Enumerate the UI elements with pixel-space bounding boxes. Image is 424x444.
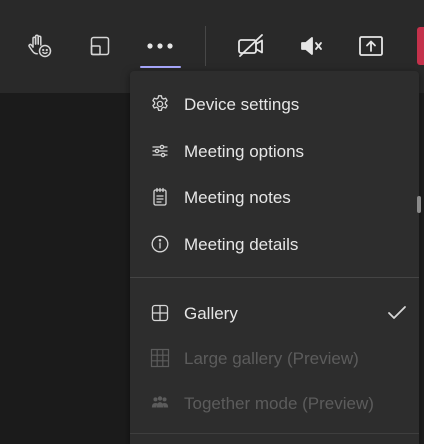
toolbar-divider bbox=[205, 26, 206, 66]
menu-item-device-settings[interactable]: Device settings bbox=[130, 84, 419, 124]
menu-item-label: Large gallery (Preview) bbox=[184, 349, 359, 368]
menu-item-label: Together mode (Preview) bbox=[184, 394, 374, 413]
together-mode-icon bbox=[150, 393, 170, 413]
scrollbar-thumb[interactable] bbox=[417, 196, 421, 213]
menu-item-gallery[interactable]: Gallery bbox=[130, 293, 419, 333]
menu-item-label: Meeting details bbox=[184, 235, 299, 254]
menu-divider bbox=[130, 277, 419, 278]
menu-item-large-gallery: Large gallery (Preview) bbox=[130, 338, 419, 378]
gear-icon bbox=[150, 94, 170, 114]
speaker-toggle-button[interactable] bbox=[292, 26, 332, 66]
checkmark-icon bbox=[386, 303, 408, 323]
more-actions-button[interactable] bbox=[140, 26, 180, 66]
raise-hand-icon bbox=[28, 34, 52, 58]
camera-off-icon bbox=[238, 34, 263, 57]
menu-item-together-mode: Together mode (Preview) bbox=[130, 383, 419, 423]
active-tab-indicator bbox=[140, 66, 181, 68]
menu-item-meeting-options[interactable]: Meeting options bbox=[130, 131, 419, 171]
more-actions-menu: Device settings Meeting options Meeting … bbox=[130, 71, 419, 444]
more-actions-icon bbox=[147, 43, 173, 49]
sliders-icon bbox=[150, 141, 170, 161]
menu-item-label: Meeting notes bbox=[184, 188, 291, 207]
menu-item-label: Device settings bbox=[184, 95, 300, 114]
camera-toggle-button[interactable] bbox=[231, 26, 271, 66]
notes-icon bbox=[150, 187, 170, 207]
menu-item-label: Gallery bbox=[184, 304, 238, 323]
menu-item-label: Meeting options bbox=[184, 142, 305, 161]
hang-up-button[interactable] bbox=[417, 27, 424, 65]
gallery-icon bbox=[150, 303, 170, 323]
share-tray-icon bbox=[359, 36, 383, 56]
large-gallery-icon bbox=[150, 348, 170, 368]
pop-out-button[interactable] bbox=[80, 26, 120, 66]
speaker-mute-icon bbox=[301, 37, 322, 55]
meeting-stage bbox=[0, 93, 130, 444]
menu-divider bbox=[130, 433, 419, 434]
share-button[interactable] bbox=[351, 26, 391, 66]
menu-item-meeting-notes[interactable]: Meeting notes bbox=[130, 177, 419, 217]
raise-hand-button[interactable] bbox=[20, 26, 60, 66]
info-icon bbox=[150, 234, 170, 254]
menu-item-meeting-details[interactable]: Meeting details bbox=[130, 224, 419, 264]
pop-out-icon bbox=[90, 36, 110, 56]
